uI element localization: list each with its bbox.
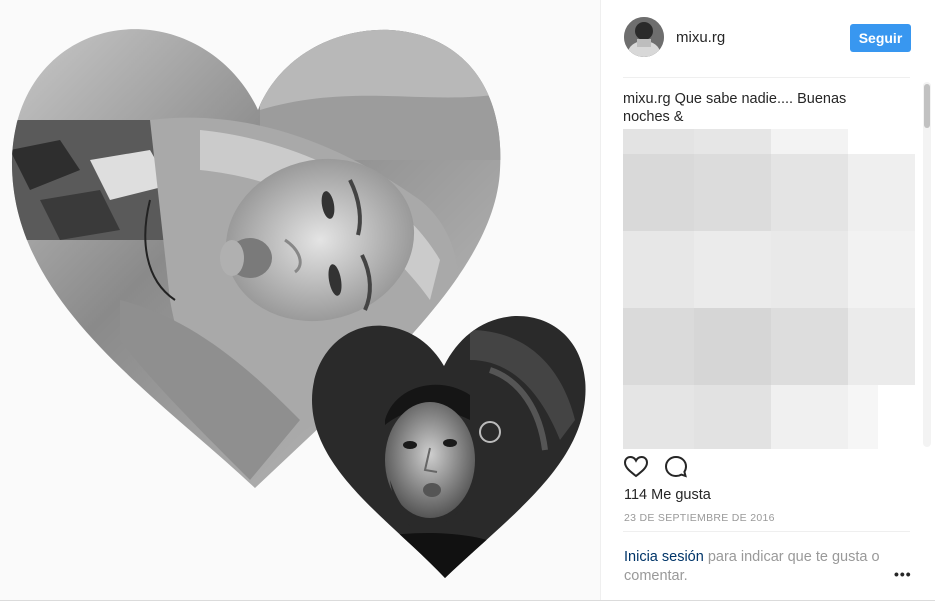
more-options-icon[interactable]: ••• bbox=[894, 567, 914, 581]
post-date: 23 DE SEPTIEMBRE DE 2016 bbox=[624, 512, 775, 524]
scrollbar-thumb[interactable] bbox=[924, 84, 930, 128]
heart-collage-image bbox=[11, 29, 586, 578]
pixelated-emoji-image bbox=[623, 129, 915, 449]
post-actions bbox=[623, 454, 723, 480]
comments-section[interactable]: mixu.rg Que sabe nadie.... Buenas noches… bbox=[623, 84, 925, 450]
post-header: mixu.rg Seguir bbox=[601, 0, 935, 78]
heart-outline-icon[interactable] bbox=[623, 454, 649, 480]
login-prompt: Inicia sesión para indicar que te gusta … bbox=[624, 548, 889, 586]
comment-bubble-icon[interactable] bbox=[663, 454, 689, 480]
comments-scrollbar[interactable] bbox=[923, 82, 931, 447]
post-container: mixu.rg Seguir mixu.rg Que sabe nadie...… bbox=[0, 0, 935, 601]
avatar[interactable] bbox=[624, 17, 664, 57]
follow-button[interactable]: Seguir bbox=[850, 24, 911, 52]
post-sidebar: mixu.rg Seguir mixu.rg Que sabe nadie...… bbox=[600, 0, 935, 600]
caption: mixu.rg Que sabe nadie.... Buenas noches… bbox=[623, 84, 873, 126]
divider bbox=[623, 77, 910, 78]
avatar-image bbox=[624, 17, 664, 57]
like-count[interactable]: 114 Me gusta bbox=[624, 487, 711, 503]
username-link[interactable]: mixu.rg bbox=[676, 29, 725, 46]
login-link[interactable]: Inicia sesión bbox=[624, 549, 704, 565]
post-photo[interactable] bbox=[0, 0, 600, 600]
caption-username[interactable]: mixu.rg bbox=[623, 91, 671, 107]
divider bbox=[623, 531, 910, 532]
